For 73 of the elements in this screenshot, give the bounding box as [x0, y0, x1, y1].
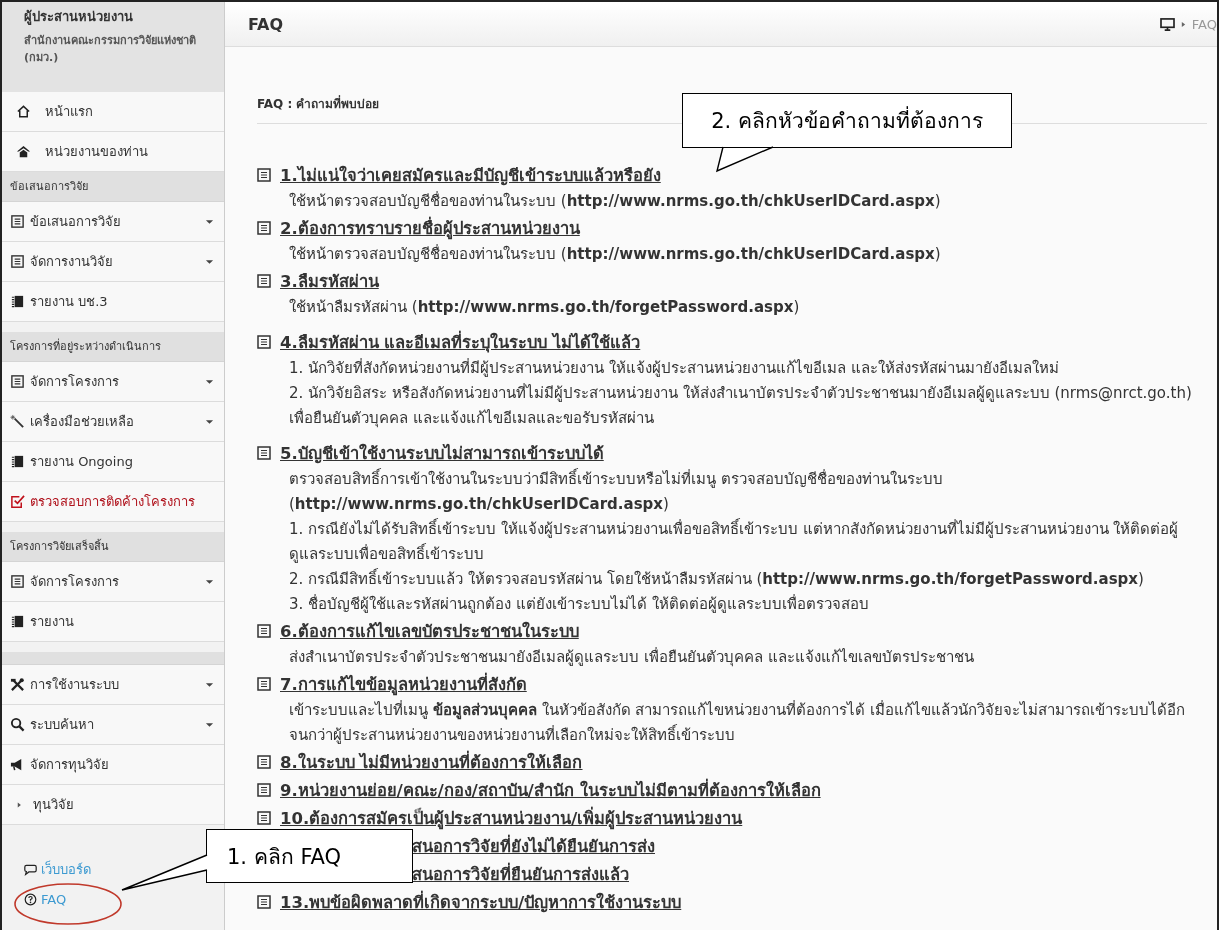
document-icon	[257, 335, 271, 349]
question-link[interactable]: 10.ต้องการสมัครเป็นผู้ประสานหน่วยงาน/เพิ่มผู้ประสานหน่วยงาน	[280, 805, 743, 831]
answer-text: ส่งสำเนาบัตรประจำตัวประชาชนมายังอีเมลผู้ดูแลระบบ เพื่อยืนยันตัวบุคคล และแจ้งแก้ไขเลขบัตรประชาชน	[288, 646, 975, 669]
section-heading: ข้อเสนอการวิจัย	[2, 172, 224, 202]
speech-bubble-icon	[24, 863, 37, 876]
answer-text: 2. กรณีมีสิทธิ์เข้าระบบแล้ว ให้ตรวจสอบรหัสผ่าน โดยใช้หน้าลืมรหัสผ่าน (http://www.nrms.go.th/forgetPassword.aspx)	[288, 567, 1145, 590]
document-icon	[257, 783, 271, 797]
document-icon	[257, 755, 271, 769]
monitor-icon	[1159, 17, 1175, 31]
question-link[interactable]: สนอการวิจัยที่ยืนยันการส่งแล้ว	[412, 861, 629, 887]
document-icon	[10, 254, 25, 269]
callout-box: 2. คลิกหัวข้อคำถามที่ต้องการ	[682, 93, 1012, 148]
document-icon	[257, 895, 271, 909]
question-link[interactable]: สนอการวิจัยที่ยังไม่ได้ยืนยันการส่ง	[412, 833, 655, 859]
question-link[interactable]: 5.บัญชีเข้าใช้งานระบบไม่สามารถเข้าระบบได้	[280, 440, 604, 466]
breadcrumb-separator-icon	[1180, 20, 1186, 28]
home-icon	[16, 104, 31, 119]
organization-name: สำนักงานคณะกรรมการวิจัยแห่งชาติ (กมว.)	[24, 33, 197, 66]
search-icon	[10, 717, 25, 732]
document-icon	[257, 624, 271, 638]
sidebar-item[interactable]: จัดการงานวิจัย	[2, 242, 224, 282]
book-icon	[10, 294, 25, 309]
sidebar-item[interactable]: รายงาน บช.3	[2, 282, 224, 322]
sidebar-item[interactable]: ข้อเสนอการวิจัย	[2, 202, 224, 242]
document-icon	[10, 374, 25, 389]
sidebar-item[interactable]: จัดการโครงการ	[2, 362, 224, 402]
document-icon	[257, 446, 271, 460]
question-link[interactable]: 8.ในระบบ ไม่มีหน่วยงานที่ต้องการให้เลือก	[280, 749, 583, 775]
document-icon	[257, 677, 271, 691]
page-title: FAQ	[248, 14, 284, 34]
sidebar-item[interactable]: หน่วยงานของท่าน	[2, 132, 224, 172]
sidebar-item[interactable]: จัดการโครงการ	[2, 562, 224, 602]
checkbox-icon	[10, 494, 25, 509]
house-icon	[16, 144, 31, 159]
sidebar-item[interactable]: ตรวจสอบการติดค้างโครงการ	[2, 482, 224, 522]
sidebar-item[interactable]: รายงาน Ongoing	[2, 442, 224, 482]
section-heading: โครงการวิจัยเสร็จสิ้น	[2, 532, 224, 562]
document-icon	[10, 574, 25, 589]
answer-text: ใช้หน้าตรวจสอบบัญชีชื่อของท่านในระบบ (http://www.nrms.go.th/chkUserIDCard.aspx)	[288, 190, 942, 212]
book-icon	[10, 614, 25, 629]
sidebar-item[interactable]: จัดการทุนวิจัย	[2, 745, 224, 785]
help-icon	[24, 893, 37, 906]
document-icon	[257, 274, 271, 288]
question-link[interactable]: 9.หน่วยงานย่อย/คณะ/กอง/สถาบัน/สำนัก ในระบบไม่มีตามที่ต้องการให้เลือก	[280, 777, 821, 803]
document-icon	[257, 221, 271, 235]
answer-text: 3. ชื่อบัญชีผู้ใช้และรหัสผ่านถูกต้อง แต่ยังเข้าระบบไม่ได้ ให้ติดต่อผู้ดูแลระบบเพื่อตรวจสอบ	[288, 593, 870, 615]
sidebar-item[interactable]: ทุนวิจัย	[2, 785, 224, 825]
question-link[interactable]: 1.ไม่แน่ใจว่าเคยสมัครและมีบัญชีเข้าระบบแล้วหรือยัง	[280, 162, 661, 188]
document-icon	[257, 168, 271, 182]
question-link[interactable]: 7.การแก้ไขข้อมูลหน่วยงานที่สังกัด	[280, 671, 527, 697]
sidebar-item[interactable]: การใช้งานระบบ	[2, 665, 224, 705]
sidebar-item[interactable]: เครื่องมือช่วยเหลือ	[2, 402, 224, 442]
answer-text: 1. นักวิจัยที่สังกัดหน่วยงานที่มีผู้ประสานหน่วยงาน ให้แจ้งผู้ประสานหน่วยงานแก้ไขอีเมล และให้ส่งรหัสผ่านมายังอีเมลใหม่	[288, 357, 1060, 379]
question-link[interactable]: 13.พบข้อผิดพลาดที่เกิดจากระบบ/ปัญหาการใช้งานระบบ	[280, 889, 682, 915]
answer-text: ตรวจสอบสิทธิ์การเข้าใช้งานในระบบว่ามีสิทธิ์เข้าระบบหรือไม่ที่เมนู ตรวจสอบบัญชีชื่อของท่านในระบบ (http://www.nrms.go.th/chkUserIDCard.aspx)	[288, 467, 944, 515]
magic-wand-icon	[10, 414, 25, 429]
question-link[interactable]: 6.ต้องการแก้ไขเลขบัตรประชาชนในระบบ	[280, 618, 579, 644]
answer-text: 2. นักวิจัยอิสระ หรือสังกัดหน่วยงานที่ไม่มีผู้ประสานหน่วยงาน ให้ส่งสำเนาบัตรประจำตัวประชาชนมายังอีเมลผู้ดูแลระบบ (nrms@nrct.go.th) เพื่อยืนยันตัวบุคคล และแจ้งแก้ไขอีเมลและขอรับรหัสผ่าน	[288, 382, 1193, 430]
question-link[interactable]: 2.ต้องการทราบรายชื่อผู้ประสานหน่วยงาน	[280, 215, 580, 241]
section-heading: โครงการที่อยู่ระหว่างดำเนินการ	[2, 332, 224, 362]
user-role: ผู้ประสานหน่วยงาน	[24, 8, 134, 27]
answer-text: ใช้หน้าลืมรหัสผ่าน (http://www.nrms.go.th/forgetPassword.aspx)	[288, 297, 801, 318]
answer-text: เข้าระบบและไปที่เมนู ข้อมูลส่วนบุคคล ในหัวข้อสังกัด สามารถแก้ไขหน่วยงานที่ต้องการได้ เมื่อแก้ไขแล้วนักวิจัยจะไม่สามารถเข้าระบบได้อีก จนกว่าผู้ประสานหน่วยงานของหน่วยงานที่เลือกใหม่จะให้สิทธิ์เข้าระบบ	[288, 699, 1187, 746]
book-icon	[10, 454, 25, 469]
sidebar-item[interactable]: รายงาน	[2, 602, 224, 642]
answer-text: ใช้หน้าตรวจสอบบัญชีชื่อของท่านในระบบ (http://www.nrms.go.th/chkUserIDCard.aspx)	[288, 243, 942, 265]
question-link[interactable]: 4.ลืมรหัสผ่าน และอีเมลที่ระบุในระบบ ไม่ได้ใช้แล้ว	[280, 329, 641, 355]
tools-icon	[10, 677, 25, 692]
question-link[interactable]: 3.ลืมรหัสผ่าน	[280, 268, 379, 294]
sidebar-item[interactable]: หน้าแรก	[2, 92, 224, 132]
document-icon	[10, 214, 25, 229]
sidebar-item[interactable]: ระบบค้นหา	[2, 705, 224, 745]
document-icon	[257, 811, 271, 825]
